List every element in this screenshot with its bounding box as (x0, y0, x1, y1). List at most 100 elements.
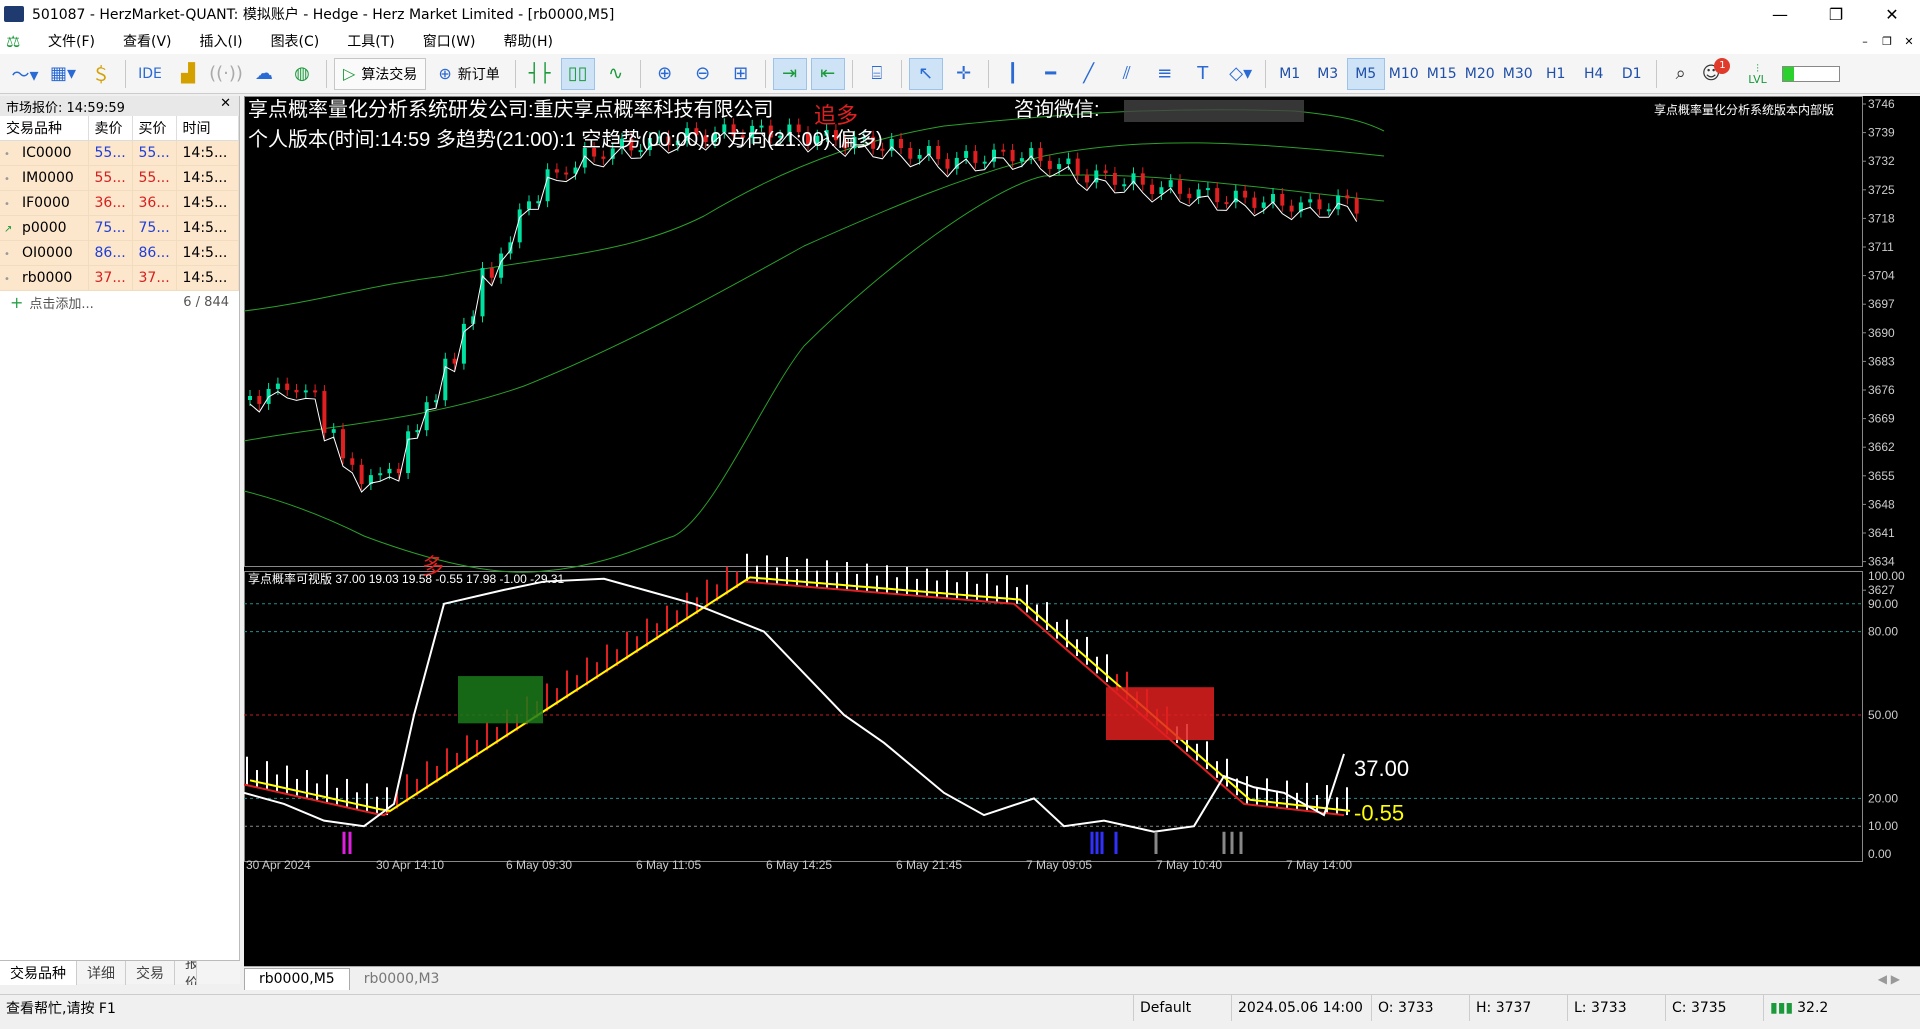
candle-body (899, 139, 903, 149)
candle-body (527, 201, 531, 210)
timeframe-m20[interactable]: M20 (1461, 58, 1499, 90)
algo-trading-button[interactable]: ▷ 算法交易 (334, 57, 427, 90)
table-row[interactable]: • IM0000 55... 55... 14:5... (0, 165, 239, 191)
line-chart-icon[interactable]: ∿ (599, 58, 633, 90)
tile-windows-icon[interactable]: ⊞ (724, 58, 758, 90)
lower-band (244, 174, 1385, 573)
menu-help[interactable]: 帮助(H) (490, 31, 567, 51)
table-row[interactable]: • OI0000 86... 86... 14:5... (0, 240, 239, 266)
time-cell: 14:5... (176, 215, 239, 241)
status-bar: 查看帮忙,请按 F1 Default 2024.05.06 14:00 O: 3… (0, 994, 1920, 1021)
new-order-button[interactable]: ⊕ 新订单 (430, 58, 507, 90)
maximize-button[interactable]: ❐ (1808, 0, 1864, 28)
ide-button[interactable]: IDE (133, 58, 167, 90)
channel-icon[interactable]: ⫽ (1110, 58, 1144, 90)
candle-body (489, 268, 494, 278)
column-header[interactable]: 卖价 (88, 116, 133, 141)
fibonacci-icon[interactable]: ≡ (1148, 58, 1182, 90)
chart-tab-rb0000-m3[interactable]: rb0000,M3 (350, 968, 454, 990)
chart-tab-rb0000-m5[interactable]: rb0000,M5 (244, 967, 350, 990)
search-icon[interactable]: ⌕ (1664, 58, 1698, 90)
tab-symbols[interactable]: 交易品种 (0, 961, 77, 985)
candle-body (443, 358, 448, 401)
candlestick-icon[interactable]: ▯▯ (560, 57, 595, 90)
table-row[interactable]: • IC0000 55... 55... 14:5... (0, 140, 239, 166)
candle-body (303, 390, 308, 393)
mdi-minimize-button[interactable]: – (1854, 32, 1876, 50)
globe-icon[interactable]: ◍ (285, 58, 319, 90)
add-symbol-row[interactable]: + 点击添加... 6 / 844 (0, 291, 239, 315)
notification-badge: 1 (1714, 57, 1731, 74)
timeframe-m30[interactable]: M30 (1499, 58, 1537, 90)
cloud-icon[interactable]: ☁ (247, 58, 281, 90)
timeframe-m5[interactable]: M5 (1346, 57, 1385, 90)
menu-window[interactable]: 窗口(W) (409, 31, 490, 51)
chart-type-icon[interactable]: 〜▾ (8, 58, 42, 90)
tab-quotes[interactable]: 报价 (175, 961, 197, 985)
bar-chart-icon[interactable]: ┤├ (523, 58, 557, 90)
auto-scroll-icon[interactable]: ⇥ (772, 57, 807, 90)
price-chart[interactable]: 3746 3739 3732 3725 3718 3711 3704 3697 3690 3683… (244, 96, 1920, 966)
price-axis-label: 3662 (1868, 440, 1895, 454)
minimize-button[interactable]: — (1752, 0, 1808, 28)
timeframe-h4[interactable]: H4 (1575, 58, 1613, 90)
shapes-icon[interactable]: ◇▾ (1224, 58, 1258, 90)
app-menu-icon[interactable]: ⚖ (6, 32, 28, 51)
dot-icon: • (4, 173, 10, 185)
column-header[interactable]: 交易品种 (0, 116, 89, 141)
tab-scroll-arrows[interactable]: ◀ ▶ (1878, 972, 1900, 986)
price-axis-label: 3718 (1868, 211, 1895, 225)
candle-body (1252, 197, 1257, 208)
bid-cell: 75... (88, 215, 133, 241)
text-tool-icon[interactable]: T (1186, 58, 1220, 90)
timeframe-m1[interactable]: M1 (1271, 58, 1309, 90)
mdi-close-button[interactable]: ✕ (1898, 32, 1920, 50)
dollar-icon[interactable]: ＄ (84, 58, 118, 90)
screenshot-icon[interactable]: ⌸ (860, 58, 894, 90)
menu-charts[interactable]: 图表(C) (257, 31, 334, 51)
signal-icon[interactable]: ((·)) (209, 58, 243, 90)
chart-window[interactable]: 3746 3739 3732 3725 3718 3711 3704 3697 3690 3683… (244, 96, 1920, 966)
price-axis-label: 3648 (1868, 497, 1895, 511)
candle-body (1187, 193, 1192, 199)
zoom-in-icon[interactable]: ⊕ (648, 58, 682, 90)
signal-level-icon[interactable]: ⫶ LVL (1740, 58, 1774, 90)
close-icon[interactable]: ✕ (220, 96, 231, 111)
price-axis-label: 3697 (1868, 297, 1895, 311)
candle-body (1112, 172, 1117, 185)
menu-file[interactable]: 文件(F) (34, 31, 109, 51)
timeframe-h1[interactable]: H1 (1537, 58, 1575, 90)
zoom-out-icon[interactable]: ⊖ (686, 58, 720, 90)
timeframe-d1[interactable]: D1 (1613, 58, 1651, 90)
trend-line-icon[interactable]: ╱ (1072, 58, 1106, 90)
ask-cell: 36... (132, 190, 177, 216)
vertical-line-icon[interactable]: ┃ (996, 58, 1030, 90)
timeframe-m15[interactable]: M15 (1423, 58, 1461, 90)
cursor-icon[interactable]: ↖ (908, 57, 943, 90)
tab-trading[interactable]: 交易 (126, 961, 175, 985)
timeframe-m10[interactable]: M10 (1385, 58, 1423, 90)
templates-icon[interactable]: ▦▾ (46, 58, 80, 90)
candle-body (1150, 184, 1155, 194)
table-row[interactable]: • IF0000 36... 36... 14:5... (0, 190, 239, 216)
shopping-bag-icon[interactable]: ▟ (171, 58, 205, 90)
menu-view[interactable]: 查看(V) (109, 31, 186, 51)
price-axis-label: 3725 (1868, 183, 1895, 197)
mdi-restore-button[interactable]: ❐ (1876, 32, 1898, 50)
tab-details[interactable]: 详细 (77, 961, 126, 985)
symbol-cell: • IC0000 (0, 140, 89, 166)
crosshair-icon[interactable]: ✛ (947, 58, 981, 90)
column-header[interactable]: 时间 (176, 116, 239, 141)
column-header[interactable]: 买价 (132, 116, 177, 141)
menu-tools[interactable]: 工具(T) (333, 31, 408, 51)
timeframe-m3[interactable]: M3 (1309, 58, 1347, 90)
notifications-icon[interactable]: ☺ 1 (1702, 57, 1737, 90)
horizontal-line-icon[interactable]: ━ (1034, 58, 1068, 90)
chart-shift-icon[interactable]: ⇤ (810, 57, 845, 90)
ask-cell: 55... (132, 140, 177, 166)
close-button[interactable]: ✕ (1864, 0, 1920, 28)
app-logo-icon (4, 6, 24, 22)
menu-insert[interactable]: 插入(I) (186, 31, 257, 51)
table-row[interactable]: ↗ p0000 75... 75... 14:5... (0, 215, 239, 241)
table-row[interactable]: • rb0000 37... 37... 14:5... (0, 265, 239, 291)
